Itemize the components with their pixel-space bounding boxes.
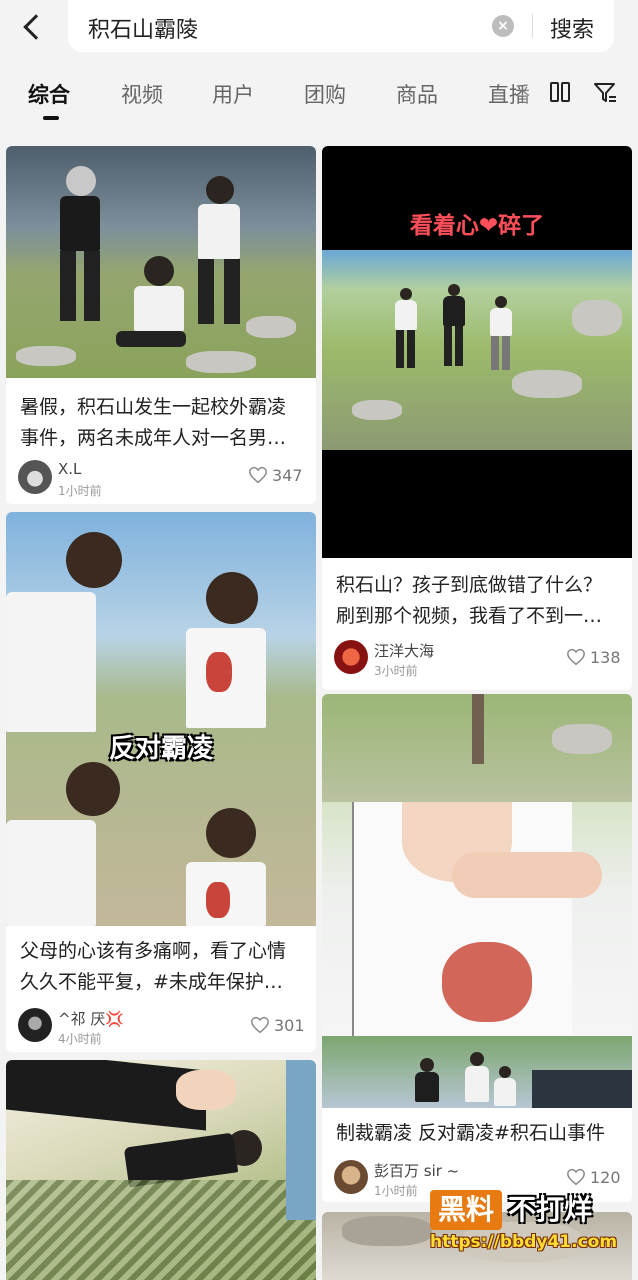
- tab-video[interactable]: 视频: [121, 79, 163, 109]
- back-arrow-icon[interactable]: [18, 12, 48, 42]
- like-number: 347: [272, 466, 303, 485]
- clear-icon[interactable]: ×: [492, 15, 514, 37]
- like-count[interactable]: 138: [566, 648, 621, 667]
- tab-bar: 综合 视频 用户 团购 商品 直播: [0, 64, 638, 130]
- tab-fade: [520, 64, 550, 130]
- card-thumbnail: [6, 146, 316, 378]
- watermark-right: 不打烊: [508, 1193, 593, 1226]
- post-time: 4小时前: [58, 1032, 102, 1046]
- card-thumbnail: 看着心❤碎了: [322, 146, 632, 558]
- divider: [532, 14, 533, 38]
- result-card[interactable]: 暑假，积石山发生一起校外霸凌事件，两名未成年人对一名男… X.L 1小时前 34…: [6, 146, 316, 504]
- result-card[interactable]: 制裁霸凌 反对霸凌#积石山事件 彭百万 sir ~ 1小时前 120: [322, 694, 632, 1202]
- result-card[interactable]: 看着心❤碎了 积石山？孩子到底做错了什么？刷到那个视频，我看了不到一… 汪洋大海…: [322, 146, 632, 690]
- post-time: 1小时前: [374, 1184, 418, 1198]
- filter-icon[interactable]: [592, 80, 618, 106]
- top-bar: 积石山霸陵 × 搜索: [0, 0, 638, 64]
- card-title[interactable]: 父母的心该有多痛啊，看了心情久久不能平复，#未成年保护…: [20, 936, 304, 998]
- thumbnail-caption: 反对霸凌: [108, 734, 213, 764]
- card-title[interactable]: 积石山？孩子到底做错了什么？刷到那个视频，我看了不到一…: [336, 570, 620, 632]
- like-count[interactable]: 347: [248, 466, 303, 485]
- avatar[interactable]: [334, 640, 368, 674]
- search-input[interactable]: 积石山霸陵 × 搜索: [68, 0, 614, 52]
- heart-icon: [567, 648, 585, 666]
- like-number: 301: [274, 1016, 305, 1035]
- active-tab-indicator: [43, 116, 59, 120]
- card-thumbnail: [322, 694, 632, 802]
- card-thumbnail: [6, 1060, 316, 1280]
- result-card[interactable]: [6, 1060, 316, 1280]
- tab-products[interactable]: 商品: [396, 79, 438, 109]
- like-number: 138: [590, 648, 621, 667]
- watermark: 黑料 不打烊 https://bbdy41.com: [430, 1190, 620, 1260]
- search-button[interactable]: 搜索: [550, 12, 594, 44]
- author-name[interactable]: ^祁 厌💢: [58, 1008, 124, 1029]
- result-card[interactable]: 反对霸凌 父母的心该有多痛啊，看了心情久久不能平复，#未成年保护… ^祁 厌💢 …: [6, 512, 316, 1052]
- watermark-left: 黑料: [430, 1190, 502, 1230]
- thumbnail-caption: 看着心❤碎了: [409, 213, 545, 239]
- like-number: 120: [590, 1168, 621, 1187]
- card-title[interactable]: 制裁霸凌 反对霸凌#积石山事件: [336, 1118, 620, 1149]
- author-name[interactable]: 汪洋大海: [374, 640, 434, 661]
- heart-icon: [249, 466, 267, 484]
- card-title[interactable]: 暑假，积石山发生一起校外霸凌事件，两名未成年人对一名男…: [20, 392, 304, 454]
- heart-icon: [567, 1168, 585, 1186]
- post-time: 3小时前: [374, 664, 418, 678]
- post-time: 1小时前: [58, 484, 102, 498]
- avatar[interactable]: [334, 1160, 368, 1194]
- avatar[interactable]: [18, 1008, 52, 1042]
- avatar[interactable]: [18, 460, 52, 494]
- card-thumbnail: 反对霸凌: [6, 512, 316, 926]
- like-count[interactable]: 301: [250, 1016, 305, 1035]
- layout-toggle-icon[interactable]: [550, 82, 572, 104]
- like-count[interactable]: 120: [566, 1168, 621, 1187]
- tab-users[interactable]: 用户: [212, 79, 254, 109]
- tab-general[interactable]: 综合: [28, 79, 70, 109]
- heart-icon: [251, 1016, 269, 1034]
- author-name[interactable]: X.L: [58, 460, 81, 478]
- search-query[interactable]: 积石山霸陵: [88, 12, 198, 44]
- tab-groupbuy[interactable]: 团购: [304, 79, 346, 109]
- watermark-url: https://bbdy41.com: [430, 1232, 618, 1252]
- author-name[interactable]: 彭百万 sir ~: [374, 1160, 459, 1181]
